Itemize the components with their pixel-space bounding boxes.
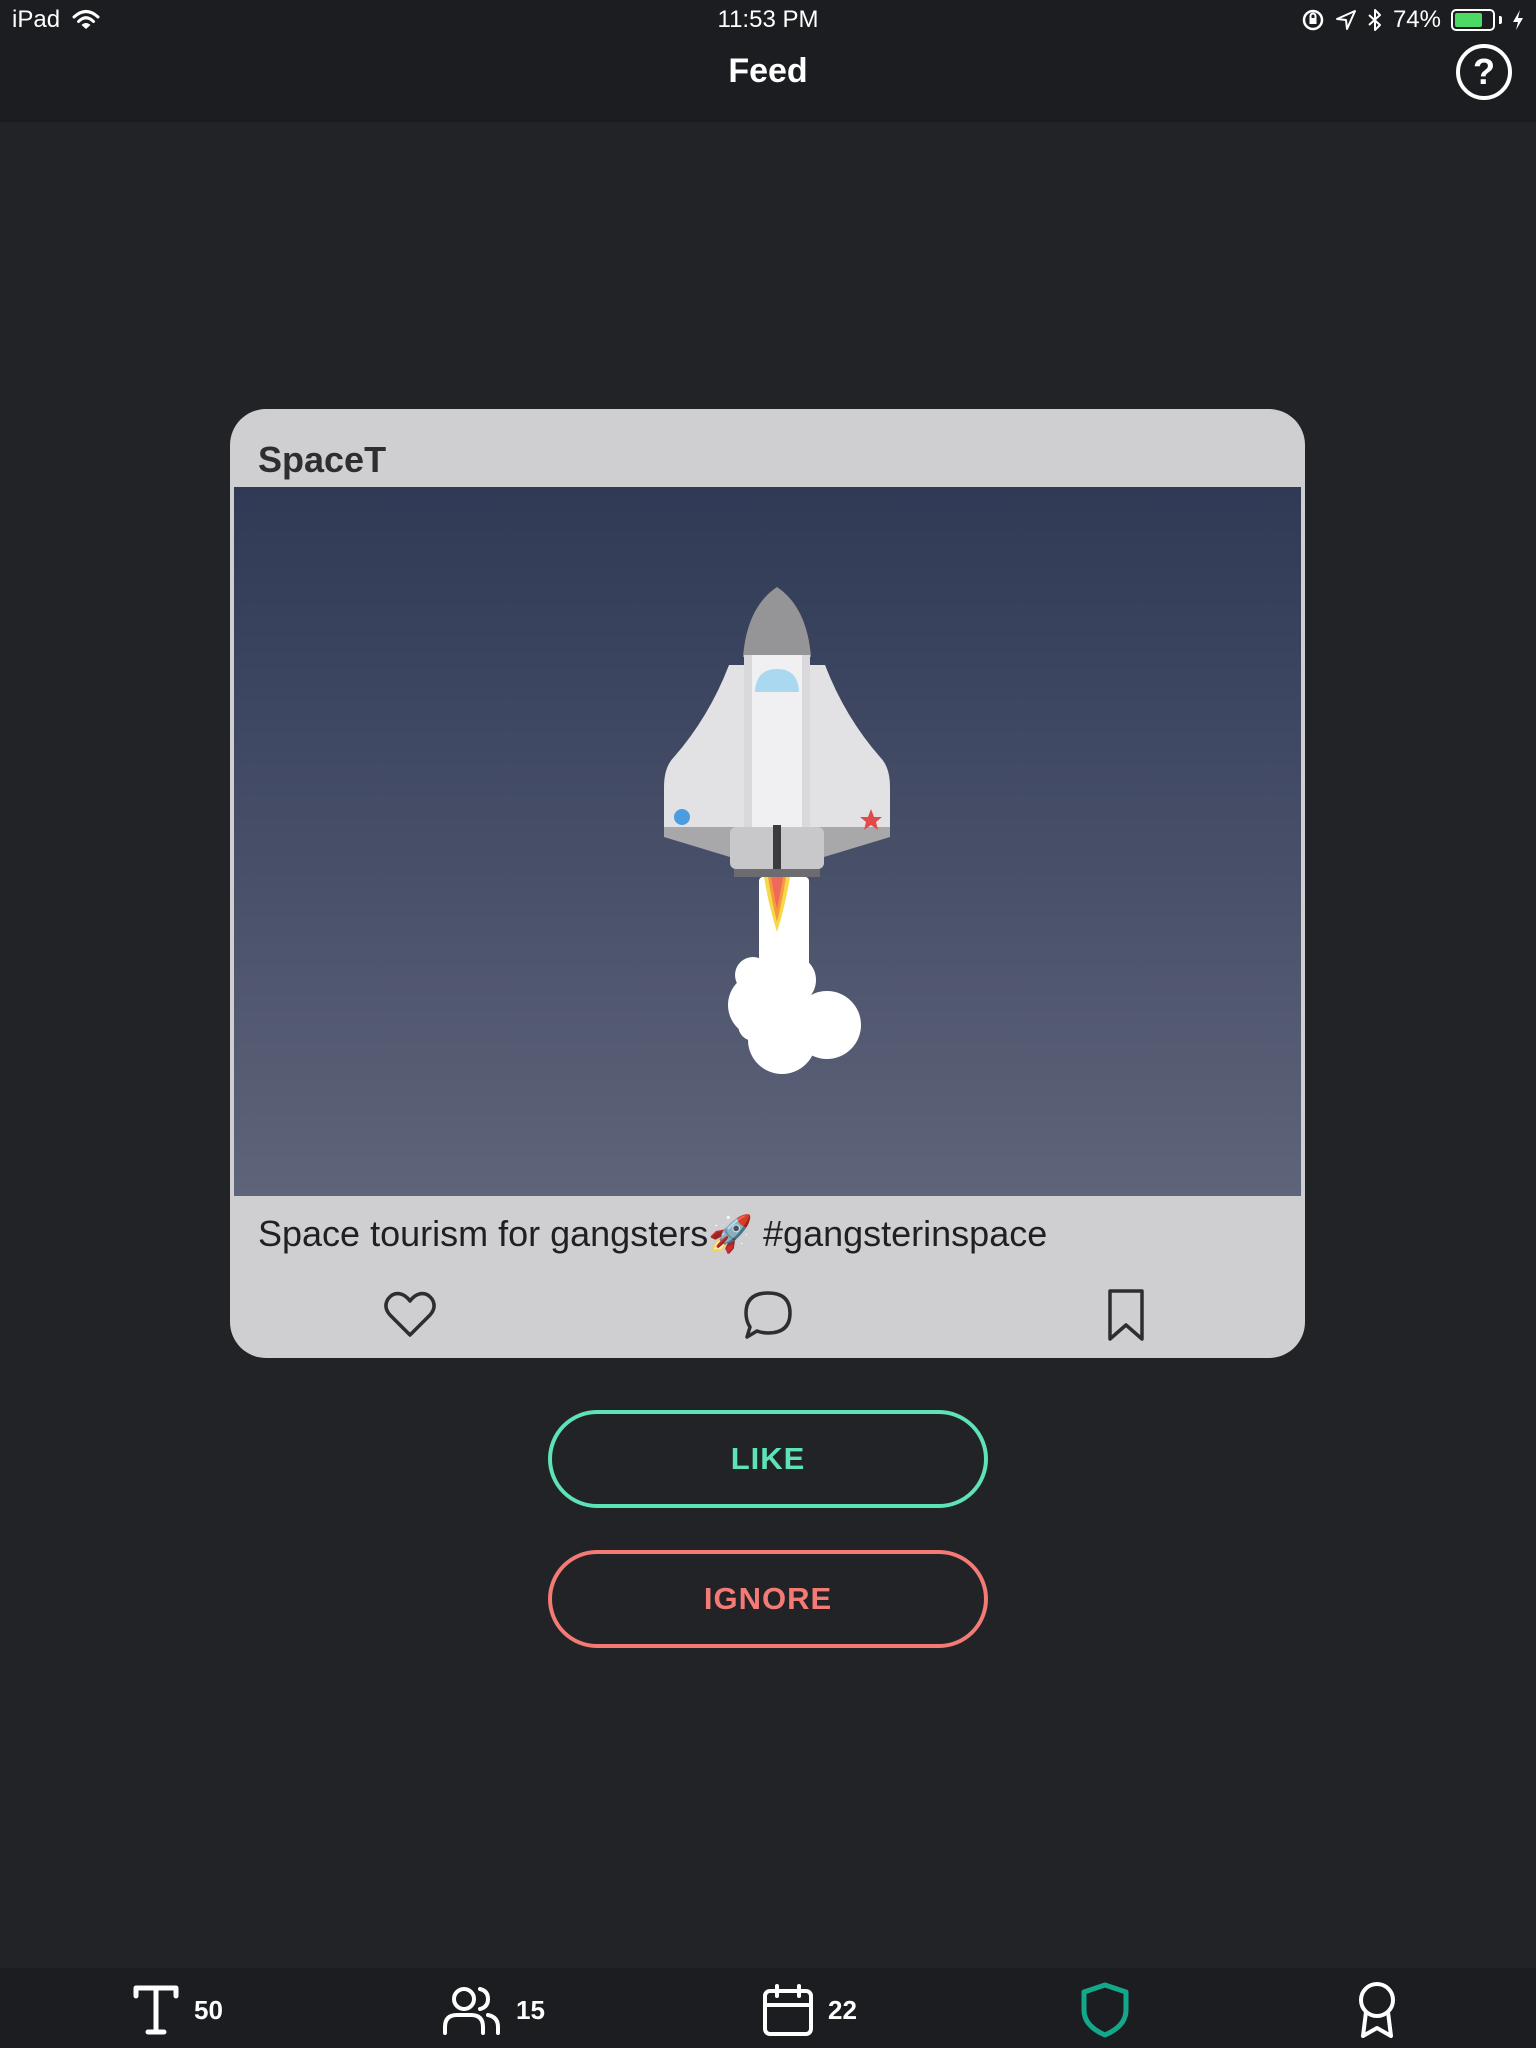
shuttle-nose [743, 587, 811, 657]
shield-icon [1081, 1982, 1129, 2038]
smoke-cloud [728, 877, 861, 1074]
users-icon [443, 1987, 500, 2035]
location-icon [1335, 10, 1356, 30]
battery-body [1451, 9, 1495, 31]
tab-awards[interactable] [1354, 1982, 1400, 2038]
heart-icon[interactable] [380, 1285, 440, 1345]
tab-calendar-count: 22 [828, 1994, 857, 2025]
post-image [234, 487, 1301, 1196]
space-shuttle-illustration [664, 587, 890, 1074]
tab-bar: 50 15 22 [0, 1968, 1536, 2048]
feed-screen: iPad 11:53 PM 74% Feed ? SpaceT Space to… [0, 0, 1536, 2048]
like-button[interactable]: LIKE [548, 1410, 988, 1508]
comment-icon[interactable] [738, 1285, 798, 1345]
orientation-lock-icon [1302, 9, 1324, 31]
tab-text[interactable]: 50 [132, 1982, 223, 2038]
tab-text-count: 50 [194, 1994, 223, 2025]
charging-icon [1513, 10, 1523, 30]
ignore-button[interactable]: IGNORE [548, 1550, 988, 1648]
post-card[interactable]: SpaceT Space tourism for gangsters🚀 #gan… [230, 409, 1305, 1358]
wing-marker-blue [674, 809, 690, 825]
navigation-bar: Feed ? [0, 40, 1536, 120]
battery-fill [1455, 13, 1482, 27]
page-title: Feed [728, 52, 808, 90]
bluetooth-icon [1368, 9, 1381, 31]
question-circle-icon: ? [1473, 51, 1495, 92]
post-actions [230, 1285, 1305, 1345]
award-icon [1359, 1982, 1395, 2038]
bookmark-icon[interactable] [1096, 1285, 1156, 1345]
battery-icon [1451, 9, 1502, 31]
post-author: SpaceT [258, 439, 387, 480]
calendar-icon [763, 1984, 813, 2036]
battery-cap [1499, 16, 1502, 24]
post-caption: Space tourism for gangsters🚀 #gangsterin… [258, 1213, 1048, 1254]
status-bar: iPad 11:53 PM 74% [0, 0, 1536, 40]
battery-percent: 74% [1392, 6, 1441, 33]
tab-shield[interactable] [1080, 1982, 1130, 2038]
help-button[interactable]: ? [1456, 44, 1512, 100]
status-right: 74% [1301, 6, 1524, 34]
tab-users-count: 15 [516, 1994, 545, 2025]
tab-users[interactable]: 15 [442, 1982, 545, 2038]
tab-calendar[interactable]: 22 [762, 1982, 857, 2038]
text-icon [133, 1985, 179, 2035]
